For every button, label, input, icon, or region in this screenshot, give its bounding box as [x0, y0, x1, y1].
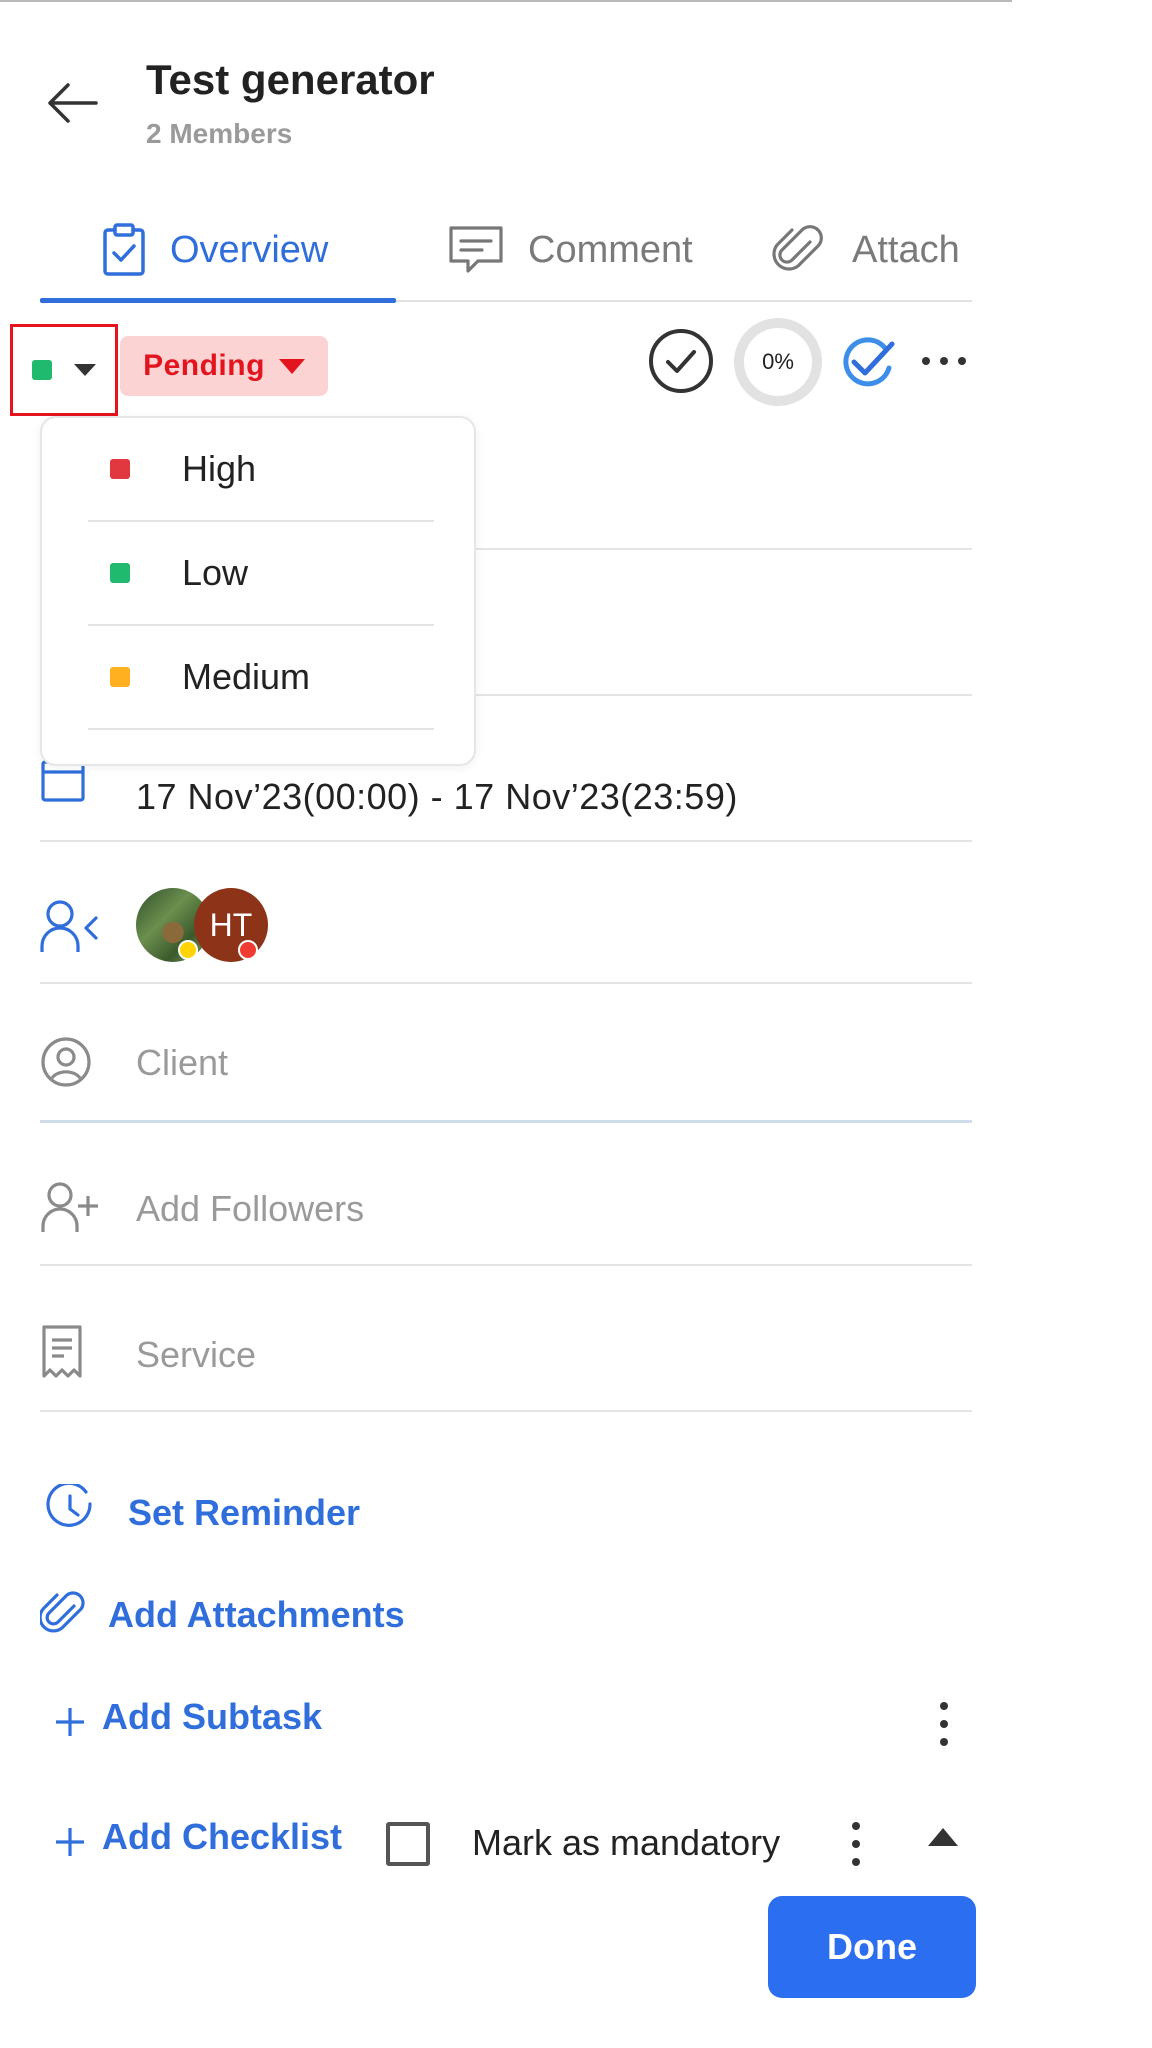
- status-label: Pending: [143, 349, 265, 382]
- mandatory-checkbox[interactable]: [386, 1822, 430, 1866]
- members-count: 2 Members: [146, 118, 293, 149]
- more-horizontal-icon[interactable]: [920, 346, 968, 376]
- back-button[interactable]: [44, 78, 102, 128]
- paperclip-icon: [40, 1591, 85, 1633]
- tab-label: Overview: [170, 228, 329, 271]
- clipboard-check-icon: [103, 223, 145, 276]
- avatar-initials: HT: [209, 906, 253, 943]
- progress-percent: 0%: [762, 349, 794, 374]
- active-tab-indicator: [40, 298, 396, 303]
- presence-dot: [238, 940, 258, 960]
- priority-option-medium[interactable]: Medium: [88, 626, 434, 730]
- progress-indicator: 0%: [734, 318, 822, 406]
- priority-color-dot: [110, 563, 130, 583]
- priority-color-dot: [32, 360, 52, 380]
- tab-attach[interactable]: Attach: [772, 200, 960, 300]
- priority-color-dot: [110, 459, 130, 479]
- more-vertical-icon[interactable]: [846, 1820, 866, 1868]
- date-range[interactable]: 17 Nov’23(00:00) - 17 Nov’23(23:59): [136, 776, 738, 818]
- add-checklist-link[interactable]: Add Checklist: [102, 1816, 342, 1858]
- priority-option-high[interactable]: High: [88, 418, 434, 522]
- priority-option-label: Low: [182, 552, 249, 593]
- divider: [40, 1410, 972, 1412]
- status-dropdown[interactable]: Pending: [120, 336, 328, 396]
- divider: [40, 840, 972, 842]
- priority-dropdown-menu: High Low Medium: [40, 416, 476, 766]
- mark-complete-icon[interactable]: [648, 328, 714, 394]
- collapse-caret-icon[interactable]: [928, 1828, 958, 1846]
- tab-overview[interactable]: Overview: [102, 200, 328, 300]
- service-field[interactable]: Service: [136, 1334, 256, 1376]
- plus-icon: [56, 1828, 84, 1856]
- tab-label: Attach: [852, 228, 960, 271]
- caret-down-icon: [278, 358, 305, 374]
- priority-color-dot: [110, 667, 130, 687]
- divider: [40, 1120, 972, 1123]
- done-button[interactable]: Done: [768, 1896, 976, 1998]
- add-attachments-link[interactable]: Add Attachments: [108, 1594, 405, 1636]
- receipt-icon: [42, 1325, 82, 1378]
- arrow-left-icon: [48, 83, 98, 123]
- mandatory-label: Mark as mandatory: [472, 1822, 781, 1863]
- caret-down-icon: [74, 364, 96, 376]
- tab-label: Comment: [528, 228, 693, 271]
- clock-icon: [46, 1484, 92, 1527]
- assignee-icon: [40, 900, 98, 952]
- priority-option-low[interactable]: Low: [88, 522, 434, 626]
- divider: [40, 1264, 972, 1266]
- set-reminder-link[interactable]: Set Reminder: [128, 1492, 360, 1534]
- priority-option-label: Medium: [182, 656, 311, 697]
- top-divider: [0, 0, 1012, 2]
- tab-comment[interactable]: Comment: [448, 200, 693, 300]
- user-circle-icon: [41, 1037, 91, 1087]
- presence-dot: [178, 940, 198, 960]
- priority-option-label: High: [182, 448, 257, 489]
- priority-selector[interactable]: [10, 324, 118, 416]
- checklist-check-icon[interactable]: [838, 334, 896, 392]
- plus-icon: [56, 1708, 84, 1736]
- assignee-avatars[interactable]: HT: [136, 888, 272, 962]
- tab-bar: Overview Comment Attach: [40, 200, 972, 303]
- divider: [40, 982, 972, 984]
- paperclip-icon: [772, 225, 823, 271]
- more-vertical-icon[interactable]: [934, 1700, 954, 1748]
- comment-icon: [449, 226, 503, 273]
- page-title: Test generator: [146, 56, 435, 103]
- add-user-icon: [41, 1182, 98, 1232]
- client-field[interactable]: Client: [136, 1042, 228, 1084]
- followers-field[interactable]: Add Followers: [136, 1188, 364, 1230]
- add-subtask-link[interactable]: Add Subtask: [102, 1696, 322, 1738]
